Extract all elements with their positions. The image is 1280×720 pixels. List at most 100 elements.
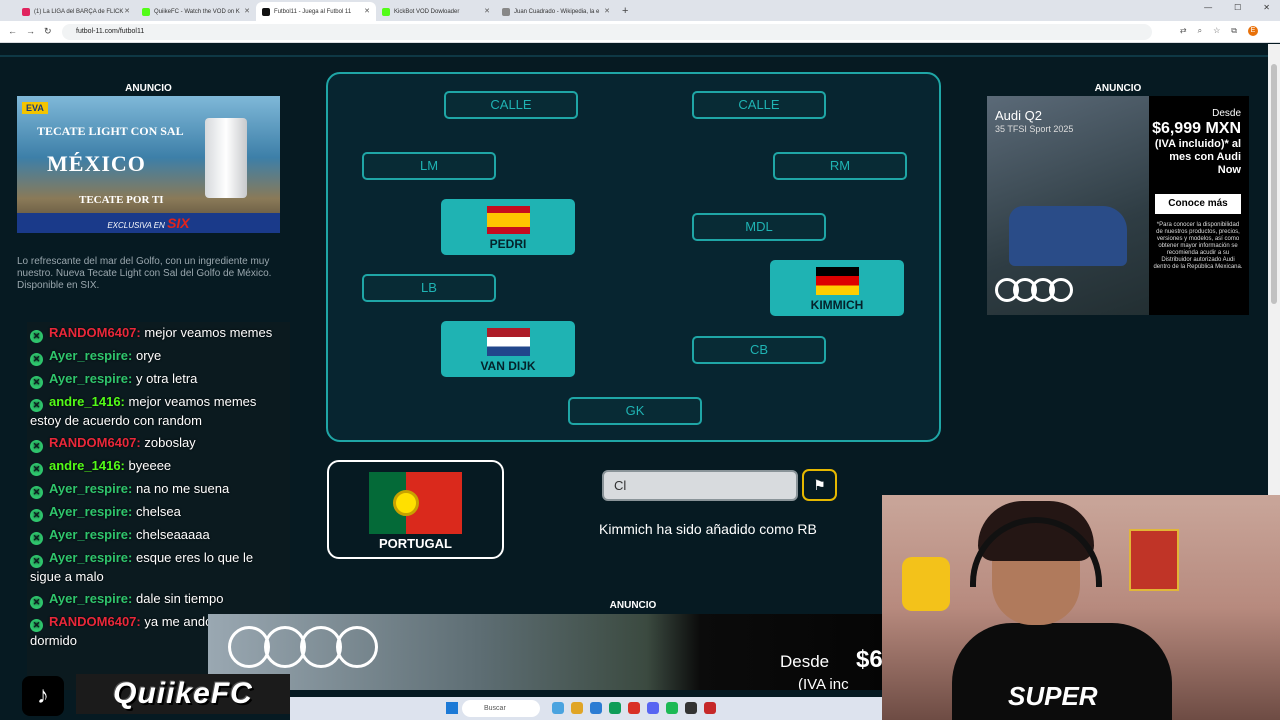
folder-icon[interactable] bbox=[571, 702, 583, 714]
discord-icon[interactable] bbox=[647, 702, 659, 714]
ad-cta-button[interactable]: Conoce más bbox=[1155, 194, 1241, 214]
address-bar[interactable]: futbol-11.com/futbol11 bbox=[62, 24, 1152, 40]
slot-st-right[interactable]: CALLE bbox=[692, 91, 826, 119]
chat-username[interactable]: Ayer_respire: bbox=[49, 591, 132, 606]
toolbar-icons: ⇄ ⌕ ☆ ⧉ E bbox=[1180, 26, 1258, 36]
back-icon[interactable]: ← bbox=[8, 26, 17, 36]
ad-price-note: (IVA incluido)* al mes con Audi Now bbox=[1154, 138, 1241, 176]
ad-car-model: Audi Q2 bbox=[995, 108, 1042, 123]
portugal-flag-icon bbox=[369, 472, 462, 534]
tab-close-icon[interactable]: ✕ bbox=[484, 7, 490, 15]
car-image bbox=[1009, 206, 1127, 266]
windows-start-icon[interactable] bbox=[446, 702, 458, 714]
app-icon[interactable] bbox=[609, 702, 621, 714]
ad-price-prefix: Desde bbox=[1212, 108, 1241, 119]
ad-car-trim: 35 TFSI Sport 2025 bbox=[995, 124, 1074, 134]
player-search-input[interactable]: Cl bbox=[602, 470, 798, 501]
close-window-icon[interactable]: ✕ bbox=[1263, 3, 1270, 12]
chat-username[interactable]: Ayer_respire: bbox=[49, 348, 132, 363]
ad-banner-bottom[interactable]: Desde $6 (IVA inc bbox=[208, 614, 883, 690]
chat-username[interactable]: RANDOM6407: bbox=[49, 435, 141, 450]
browser-tab[interactable]: (1) La LIGA del BARÇA de FLICK ✕ bbox=[16, 2, 136, 21]
kick-badge-icon: ✕ bbox=[30, 532, 43, 545]
chat-text: orye bbox=[135, 348, 162, 363]
ad-price-note: (IVA inc bbox=[798, 676, 849, 690]
forward-icon[interactable]: → bbox=[26, 26, 35, 36]
chat-username[interactable]: Ayer_respire: bbox=[49, 371, 132, 386]
status-message: Kimmich ha sido añadido como RB bbox=[599, 521, 817, 537]
chat-username[interactable]: andre_1416: bbox=[49, 394, 125, 409]
chat-username[interactable]: RANDOM6407: bbox=[49, 614, 141, 629]
ad-brand: EVA bbox=[22, 102, 48, 114]
slot-mdl[interactable]: MDL bbox=[692, 213, 826, 241]
browser-tab[interactable]: Futbol11 - Juega al Futbol 11 ✕ bbox=[256, 2, 376, 21]
new-tab-button[interactable]: + bbox=[622, 2, 628, 21]
player-card-pedri[interactable]: PEDRI bbox=[441, 199, 575, 255]
chat-username[interactable]: Ayer_respire: bbox=[49, 550, 132, 565]
slot-cb[interactable]: CB bbox=[692, 336, 826, 364]
browser-tab[interactable]: Juan Cuadrado - Wikipedia, la e ✕ bbox=[496, 2, 616, 21]
chat-message: ✕ andre_1416: byeeee bbox=[27, 455, 290, 478]
shirt-print: SUPER bbox=[1008, 681, 1098, 711]
chat-username[interactable]: RANDOM6407: bbox=[49, 325, 141, 340]
maximize-icon[interactable]: ☐ bbox=[1234, 3, 1241, 12]
chrome-icon[interactable] bbox=[628, 702, 640, 714]
taskbar-search[interactable]: Buscar bbox=[462, 700, 540, 717]
country-name: PORTUGAL bbox=[379, 536, 452, 551]
tab-close-icon[interactable]: ✕ bbox=[244, 7, 250, 15]
tab-close-icon[interactable]: ✕ bbox=[604, 7, 610, 15]
translate-icon[interactable]: ⇄ bbox=[1180, 26, 1187, 36]
zoom-icon[interactable]: ⌕ bbox=[1198, 26, 1202, 36]
browser-tab[interactable]: QuiikeFC - Watch the VOD on K ✕ bbox=[136, 2, 256, 21]
browser-tab[interactable]: KickBot VOD Dowloader ✕ bbox=[376, 2, 496, 21]
slot-lm[interactable]: LM bbox=[362, 152, 496, 180]
scrollbar-thumb[interactable] bbox=[1271, 64, 1277, 304]
app-icon[interactable] bbox=[666, 702, 678, 714]
bookmark-star-icon[interactable]: ☆ bbox=[1213, 26, 1220, 36]
wall-poster bbox=[1129, 529, 1179, 591]
lego-figure bbox=[902, 557, 950, 611]
slot-rm[interactable]: RM bbox=[773, 152, 907, 180]
ad-price: $6 bbox=[856, 646, 883, 673]
chat-username[interactable]: Ayer_respire: bbox=[49, 481, 132, 496]
chat-username[interactable]: Ayer_respire: bbox=[49, 504, 132, 519]
slot-st-left[interactable]: CALLE bbox=[444, 91, 578, 119]
profile-avatar[interactable]: E bbox=[1248, 26, 1258, 36]
app-icon[interactable] bbox=[704, 702, 716, 714]
tab-close-icon[interactable]: ✕ bbox=[124, 7, 130, 15]
slot-lb[interactable]: LB bbox=[362, 274, 496, 302]
player-card-vandijk[interactable]: VAN DIJK bbox=[441, 321, 575, 377]
app-icon[interactable] bbox=[590, 702, 602, 714]
extensions-icon[interactable]: ⧉ bbox=[1231, 26, 1237, 36]
app-icon[interactable] bbox=[685, 702, 697, 714]
store-logo: SIX bbox=[167, 215, 190, 231]
player-card-kimmich[interactable]: KIMMICH bbox=[770, 260, 904, 316]
chat-text: y otra letra bbox=[135, 371, 198, 386]
header-divider bbox=[0, 55, 1268, 57]
tab-close-icon[interactable]: ✕ bbox=[364, 7, 370, 15]
chat-username[interactable]: andre_1416: bbox=[49, 458, 125, 473]
ad-footer: EXCLUSIVA EN SIX bbox=[17, 213, 280, 233]
chat-text: zoboslay bbox=[144, 435, 196, 450]
ad-banner-right[interactable]: Audi Q2 35 TFSI Sport 2025 Desde $6,999 … bbox=[987, 96, 1249, 315]
ad-tagline: TECATE POR TI bbox=[79, 194, 164, 206]
tab-favicon-icon bbox=[502, 7, 510, 16]
reload-icon[interactable]: ↻ bbox=[44, 26, 52, 37]
give-up-flag-button[interactable]: ⚑ bbox=[802, 469, 837, 501]
chat-message: ✕ andre_1416: mejor veamos memes estoy de… bbox=[27, 391, 290, 432]
taskbar-apps bbox=[552, 702, 716, 714]
minimize-icon[interactable]: — bbox=[1204, 3, 1212, 12]
kick-badge-icon: ✕ bbox=[30, 399, 43, 412]
slot-gk[interactable]: GK bbox=[568, 397, 702, 425]
chat-username[interactable]: Ayer_respire: bbox=[49, 527, 132, 542]
chat-message: ✕ RANDOM6407: zoboslay bbox=[27, 432, 290, 455]
kick-badge-icon: ✕ bbox=[30, 486, 43, 499]
pitch-board: CALLE CALLE LM RM PEDRI MDL LB KIMMICH V… bbox=[326, 72, 941, 442]
browser-tab-bar: (1) La LIGA del BARÇA de FLICK ✕ QuiikeFC … bbox=[0, 0, 1280, 21]
browser-toolbar: ← → ↻ futbol-11.com/futbol11 ⇄ ⌕ ☆ ⧉ E bbox=[0, 21, 1280, 43]
ad-info-panel: Desde $6,999 MXN (IVA incluido)* al mes … bbox=[1149, 96, 1249, 315]
ad-banner-left[interactable]: EVA TECATE LIGHT CON SAL MÉXICO TECATE P… bbox=[17, 96, 280, 233]
app-icon[interactable] bbox=[552, 702, 564, 714]
ad-description: Lo refrescante del mar del Golfo, con un… bbox=[17, 256, 272, 291]
player-name: PEDRI bbox=[489, 237, 527, 251]
